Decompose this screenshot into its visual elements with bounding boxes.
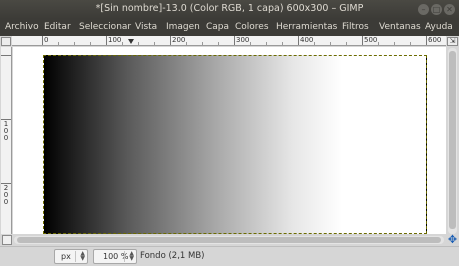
menu-filtros[interactable]: Filtros xyxy=(342,22,369,32)
horizontal-scrollbar[interactable] xyxy=(14,236,444,244)
canvas-area[interactable] xyxy=(13,47,446,234)
menu-imagen[interactable]: Imagen xyxy=(166,22,200,32)
menu-bar: Archivo Editar Seleccionar Vista Imagen … xyxy=(0,19,459,36)
menu-herramientas[interactable]: Herramientas xyxy=(276,22,337,32)
menu-vista[interactable]: Vista xyxy=(135,22,157,32)
layer-info: Fondo (2,1 MB) xyxy=(140,251,205,261)
menu-capa[interactable]: Capa xyxy=(206,22,229,32)
menu-ayuda[interactable]: Ayuda xyxy=(425,22,453,32)
unit-selector[interactable]: px ▲ ▼ xyxy=(54,249,88,264)
status-bar: px ▲ ▼ 100 % ▲ ▼ Fondo (2,1 MB) xyxy=(0,246,459,266)
window-title: *[Sin nombre]-13.0 (Color RGB, 1 capa) 6… xyxy=(95,3,364,14)
zoom-selector[interactable]: 100 % ▲ ▼ xyxy=(93,249,137,264)
ruler-label-600: 600 xyxy=(428,36,442,44)
quick-menu-button[interactable] xyxy=(1,37,11,46)
title-bar: *[Sin nombre]-13.0 (Color RGB, 1 capa) 6… xyxy=(0,0,459,19)
quick-mask-icon[interactable] xyxy=(2,235,12,245)
menu-editar[interactable]: Editar xyxy=(44,22,71,32)
ruler-label-400: 400 xyxy=(300,36,314,44)
zoom-dropdown-icon: ▲ ▼ xyxy=(129,250,134,262)
ruler-label-200: 200 xyxy=(172,36,186,44)
zoom-to-window-icon[interactable]: ⇲ xyxy=(447,37,458,46)
image-canvas[interactable] xyxy=(43,55,427,234)
ruler-label-300: 300 xyxy=(236,36,250,44)
pointer-position-marker xyxy=(128,39,134,44)
ruler-label-100-v3: 0 xyxy=(3,134,9,142)
menu-ventanas[interactable]: Ventanas xyxy=(379,22,421,32)
unit-dropdown-icon: ▲ ▼ xyxy=(80,250,85,262)
ruler-label-200-v3: 0 xyxy=(3,198,9,206)
close-button[interactable]: ✕ xyxy=(444,4,455,15)
unit-value: px xyxy=(61,252,71,261)
minimize-button[interactable]: – xyxy=(418,4,429,15)
menu-archivo[interactable]: Archivo xyxy=(5,22,39,32)
horizontal-ruler[interactable]: 0 100 200 300 400 500 600 xyxy=(12,36,446,46)
move-cross-icon[interactable]: ✥ xyxy=(447,234,458,245)
horizontal-scrollbar-thumb[interactable] xyxy=(17,237,441,243)
ruler-label-500: 500 xyxy=(364,36,378,44)
menu-colores[interactable]: Colores xyxy=(235,22,269,32)
horizontal-scroll-row: ✥ xyxy=(0,234,459,246)
maximize-button[interactable]: □ xyxy=(431,4,442,15)
vertical-scrollbar-thumb[interactable] xyxy=(449,51,456,229)
menu-seleccionar[interactable]: Seleccionar xyxy=(79,22,131,32)
ruler-label-0: 0 xyxy=(44,36,49,44)
vertical-scrollbar[interactable] xyxy=(448,48,457,234)
right-strip: ⇲ xyxy=(446,36,459,246)
ruler-label-100: 100 xyxy=(108,36,122,44)
image-window: 0 100 200 300 400 500 600 1 0 0 2 0 0 ⇲ xyxy=(0,36,459,246)
vertical-ruler[interactable]: 1 0 0 2 0 0 xyxy=(1,47,12,234)
